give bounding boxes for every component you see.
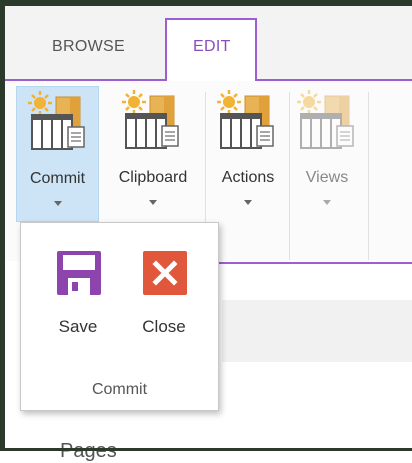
sharepoint-list-icon [120, 90, 180, 150]
sharepoint-list-icon [26, 91, 86, 151]
background-panel [222, 300, 412, 362]
save-button[interactable]: Save [43, 251, 113, 341]
chevron-down-icon [244, 200, 252, 205]
sharepoint-list-icon [295, 90, 355, 150]
ribbon-border [210, 262, 412, 264]
views-button[interactable]: Views [291, 86, 363, 222]
chevron-down-icon [53, 201, 62, 206]
separator [368, 92, 369, 260]
commit-button[interactable]: Commit [16, 86, 99, 222]
separator [289, 92, 290, 260]
close-label: Close [142, 317, 186, 336]
close-icon [143, 251, 187, 295]
views-label: Views [305, 169, 349, 186]
sharepoint-list-icon [215, 90, 275, 150]
commit-label: Commit [29, 170, 86, 187]
save-label: Save [58, 317, 98, 336]
chevron-down-icon [149, 200, 157, 205]
commit-flyout-menu: Save Close Commit [20, 222, 219, 411]
background-text: Pages [60, 440, 117, 462]
tab-edit[interactable]: EDIT [165, 18, 257, 81]
save-icon [57, 251, 101, 295]
flyout-group-label: Commit [91, 381, 148, 398]
clipboard-label: Clipboard [118, 169, 188, 186]
tab-edit-label: EDIT [193, 38, 231, 55]
close-button[interactable]: Close [129, 251, 199, 341]
tab-browse[interactable]: BROWSE [52, 38, 125, 56]
clipboard-button[interactable]: Clipboard [104, 86, 202, 222]
actions-label: Actions [221, 169, 275, 186]
actions-button[interactable]: Actions [209, 86, 287, 222]
chevron-down-icon [323, 200, 331, 205]
